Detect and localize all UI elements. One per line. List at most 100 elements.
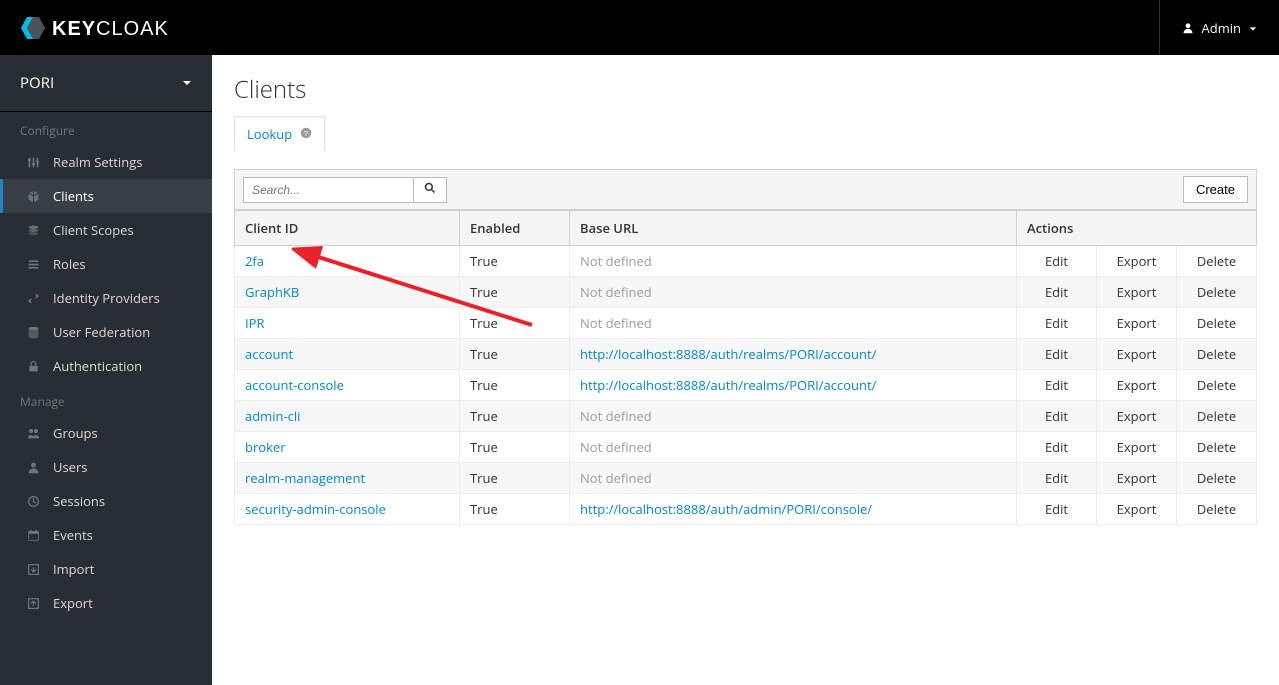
svg-text:CLOAK: CLOAK <box>96 18 169 40</box>
sidebar-item-realm-settings[interactable]: Realm Settings <box>0 145 212 179</box>
sidebar-item-roles[interactable]: Roles <box>0 247 212 281</box>
delete-action[interactable]: Delete <box>1177 463 1257 494</box>
base-url-empty: Not defined <box>580 314 652 332</box>
sidebar-item-label: Authentication <box>53 357 142 375</box>
brand-logo[interactable]: KEY CLOAK <box>18 13 198 43</box>
edit-action[interactable]: Edit <box>1017 401 1097 432</box>
stack-icon <box>23 224 43 237</box>
delete-action[interactable]: Delete <box>1177 308 1257 339</box>
sidebar-item-authentication[interactable]: Authentication <box>0 349 212 383</box>
table-row: realm-managementTrueNot definedEditExpor… <box>235 463 1257 494</box>
enabled-cell: True <box>460 494 570 525</box>
edit-action[interactable]: Edit <box>1017 432 1097 463</box>
clock-icon <box>23 495 43 508</box>
table-row: admin-cliTrueNot definedEditExportDelete <box>235 401 1257 432</box>
client-id-link[interactable]: broker <box>245 438 286 456</box>
table-row: accountTruehttp://localhost:8888/auth/re… <box>235 339 1257 370</box>
sidebar-item-clients[interactable]: Clients <box>0 179 212 213</box>
delete-action[interactable]: Delete <box>1177 370 1257 401</box>
sidebar-item-import[interactable]: Import <box>0 552 212 586</box>
realm-name: PORI <box>20 73 54 93</box>
sidebar-item-user-federation[interactable]: User Federation <box>0 315 212 349</box>
client-id-link[interactable]: 2fa <box>245 252 264 270</box>
client-id-link[interactable]: account-console <box>245 376 344 394</box>
edit-action[interactable]: Edit <box>1017 277 1097 308</box>
sidebar-item-client-scopes[interactable]: Client Scopes <box>0 213 212 247</box>
client-id-link[interactable]: realm-management <box>245 469 365 487</box>
client-id-link[interactable]: account <box>245 345 293 363</box>
edit-action[interactable]: Edit <box>1017 339 1097 370</box>
sidebar-item-label: Sessions <box>53 492 105 510</box>
table-row: 2faTrueNot definedEditExportDelete <box>235 246 1257 277</box>
sidebar-item-groups[interactable]: Groups <box>0 416 212 450</box>
export-action[interactable]: Export <box>1097 494 1177 525</box>
client-id-link[interactable]: IPR <box>245 314 264 332</box>
sidebar-item-events[interactable]: Events <box>0 518 212 552</box>
sidebar-item-export[interactable]: Export <box>0 586 212 620</box>
sidebar-item-users[interactable]: Users <box>0 450 212 484</box>
tab-label: Lookup <box>247 125 292 143</box>
client-id-link[interactable]: GraphKB <box>245 283 299 301</box>
sidebar-item-label: Import <box>53 560 94 578</box>
import-icon <box>23 563 43 576</box>
export-action[interactable]: Export <box>1097 401 1177 432</box>
sidebar-item-sessions[interactable]: Sessions <box>0 484 212 518</box>
col-enabled: Enabled <box>460 211 570 246</box>
chevron-down-icon <box>182 78 192 88</box>
tab-lookup[interactable]: Lookup ? <box>235 117 324 151</box>
delete-action[interactable]: Delete <box>1177 494 1257 525</box>
base-url-link[interactable]: http://localhost:8888/auth/realms/PORI/a… <box>580 376 876 394</box>
delete-action[interactable]: Delete <box>1177 246 1257 277</box>
export-action[interactable]: Export <box>1097 277 1177 308</box>
search-group <box>243 177 447 203</box>
base-url-link[interactable]: http://localhost:8888/auth/realms/PORI/a… <box>580 345 876 363</box>
enabled-cell: True <box>460 308 570 339</box>
edit-action[interactable]: Edit <box>1017 308 1097 339</box>
export-action[interactable]: Export <box>1097 432 1177 463</box>
edit-action[interactable]: Edit <box>1017 370 1097 401</box>
sidebar-item-label: Realm Settings <box>53 153 142 171</box>
export-icon <box>23 597 43 610</box>
enabled-cell: True <box>460 463 570 494</box>
enabled-cell: True <box>460 432 570 463</box>
tab-bar: Lookup ? <box>234 116 325 151</box>
section-label-configure: Configure <box>0 112 212 145</box>
export-action[interactable]: Export <box>1097 339 1177 370</box>
export-action[interactable]: Export <box>1097 246 1177 277</box>
export-action[interactable]: Export <box>1097 370 1177 401</box>
base-url-empty: Not defined <box>580 283 652 301</box>
table-row: GraphKBTrueNot definedEditExportDelete <box>235 277 1257 308</box>
clients-table: Client ID Enabled Base URL Actions 2faTr… <box>234 210 1257 525</box>
edit-action[interactable]: Edit <box>1017 494 1097 525</box>
top-nav-bar: KEY CLOAK Admin <box>0 0 1279 55</box>
sidebar-item-identity-providers[interactable]: Identity Providers <box>0 281 212 315</box>
sidebar-item-label: Clients <box>53 187 94 205</box>
delete-action[interactable]: Delete <box>1177 277 1257 308</box>
search-icon <box>424 182 436 194</box>
group-icon <box>23 427 43 440</box>
edit-action[interactable]: Edit <box>1017 246 1097 277</box>
export-action[interactable]: Export <box>1097 308 1177 339</box>
delete-action[interactable]: Delete <box>1177 432 1257 463</box>
edit-action[interactable]: Edit <box>1017 463 1097 494</box>
client-id-link[interactable]: admin-cli <box>245 407 300 425</box>
base-url-empty: Not defined <box>580 252 652 270</box>
delete-action[interactable]: Delete <box>1177 401 1257 432</box>
base-url-link[interactable]: http://localhost:8888/auth/admin/PORI/co… <box>580 500 872 518</box>
user-menu-dropdown[interactable]: Admin <box>1159 0 1279 55</box>
export-action[interactable]: Export <box>1097 463 1177 494</box>
page-title: Clients <box>234 73 1257 106</box>
lock-icon <box>23 360 43 373</box>
realm-selector[interactable]: PORI <box>0 55 212 112</box>
base-url-empty: Not defined <box>580 407 652 425</box>
help-icon[interactable]: ? <box>300 125 312 143</box>
exchange-icon <box>23 292 43 305</box>
sidebar-item-label: User Federation <box>53 323 150 341</box>
sliders-icon <box>23 156 43 169</box>
search-button[interactable] <box>413 177 447 203</box>
svg-text:?: ? <box>303 129 307 138</box>
client-id-link[interactable]: security-admin-console <box>245 500 386 518</box>
search-input[interactable] <box>243 177 413 203</box>
create-button[interactable]: Create <box>1183 176 1248 203</box>
delete-action[interactable]: Delete <box>1177 339 1257 370</box>
